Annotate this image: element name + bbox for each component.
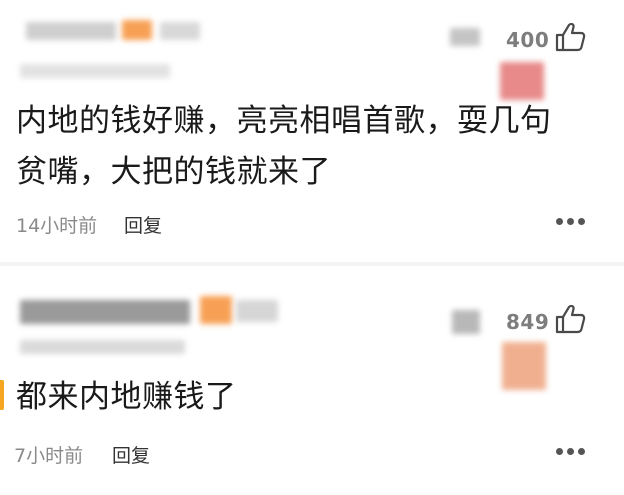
badge-blurred [502, 342, 546, 390]
reply-button[interactable]: 回复 [124, 211, 162, 238]
badge-blurred [500, 62, 544, 100]
timestamp: 14小时前 [16, 215, 98, 237]
more-dots-icon[interactable] [556, 218, 586, 226]
comment-text: 都来内地赚钱了 [16, 372, 237, 423]
thumbs-up-icon[interactable] [553, 302, 587, 336]
comment-text: 内地的钱好赚，亮亮相唱首歌，耍几句 贫嘴，大把的钱就来了 [16, 96, 552, 198]
comment-text-line: 内地的钱好赚，亮亮相唱首歌，耍几句 [16, 103, 552, 139]
comment-item: 400 内地的钱好赚，亮亮相唱首歌，耍几句 贫嘴，大把的钱就来了 14小时前 回… [0, 0, 624, 262]
thumbs-up-icon[interactable] [553, 20, 587, 54]
comment-text-line: 贫嘴，大把的钱就来了 [16, 154, 331, 190]
avatar-blurred[interactable] [452, 310, 480, 334]
comment-text-line: 都来内地赚钱了 [16, 379, 237, 415]
more-dots-icon[interactable] [556, 448, 586, 456]
like-count: 849 [506, 310, 550, 334]
accent-bar [0, 380, 4, 410]
avatar-blurred[interactable] [450, 28, 480, 46]
like-count: 400 [506, 28, 550, 52]
timestamp: 7小时前 [14, 445, 84, 467]
reply-button[interactable]: 回复 [112, 441, 150, 468]
comment-item: 849 都来内地赚钱了 7小时前 回复 [0, 266, 624, 495]
